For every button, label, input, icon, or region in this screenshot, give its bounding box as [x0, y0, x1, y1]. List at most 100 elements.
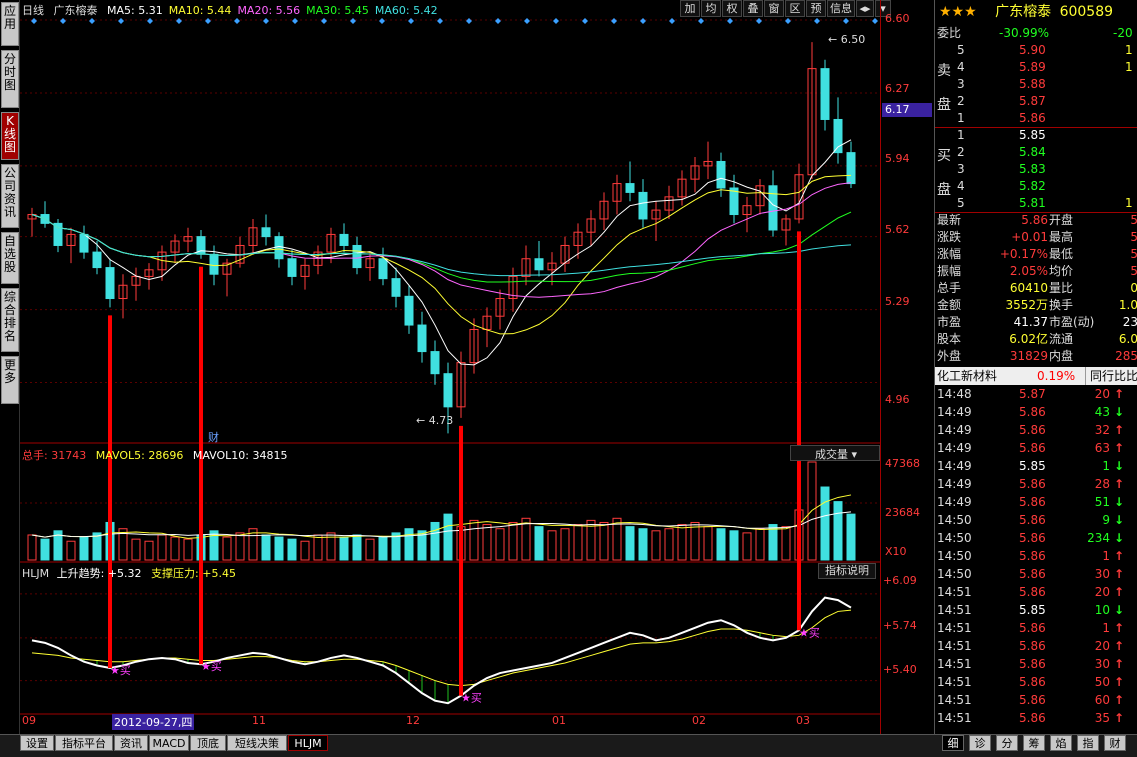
- toolbar-button[interactable]: 窗: [764, 0, 784, 17]
- finance-marker[interactable]: 财: [208, 429, 219, 445]
- sell-level-row: 2 5.87: [935, 93, 1137, 110]
- volume-bar: [469, 519, 479, 561]
- right-panel-tab[interactable]: 筹: [1023, 735, 1045, 751]
- toolbar-button[interactable]: 信息: [827, 0, 855, 17]
- level-price: 5.89: [1019, 60, 1046, 74]
- tab-3[interactable]: MACD: [149, 735, 189, 751]
- tab-6[interactable]: HLJM: [288, 735, 328, 751]
- event-marker-icon: [379, 18, 385, 24]
- buy-signal-bar: [797, 231, 801, 631]
- tab-intraday[interactable]: 分时图: [1, 50, 19, 108]
- tab-watchlist[interactable]: 自选股: [1, 232, 19, 284]
- toolbar-button[interactable]: 权: [722, 0, 742, 17]
- level-price: 5.90: [1019, 43, 1046, 57]
- volume-bar: [443, 513, 453, 561]
- tab-more[interactable]: 更多: [1, 356, 19, 404]
- event-marker-icon: [495, 18, 501, 24]
- tick-time: 14:51: [937, 621, 972, 635]
- toolbar-button[interactable]: 预: [806, 0, 826, 17]
- event-marker-icon: [408, 18, 414, 24]
- tab-kline[interactable]: K线图: [1, 112, 19, 160]
- volume-total: 总手: 31743: [22, 449, 87, 462]
- ma-legend: MA5: 5.31 MA10: 5.44 MA20: 5.56 MA30: 5.45 M…: [101, 4, 438, 17]
- trend-value: 上升趋势: +5.32: [56, 567, 142, 580]
- volume-bar: [703, 526, 713, 561]
- right-panel-tab[interactable]: 分: [996, 735, 1018, 751]
- stat-row: 金额 3552万 换手 1.0: [935, 297, 1137, 314]
- tick-time: 14:50: [937, 531, 972, 545]
- stat-value: 60410: [1009, 281, 1048, 295]
- tick-price: 5.86: [1019, 675, 1046, 689]
- period-label: 日线: [22, 4, 44, 17]
- volume-indicator-select[interactable]: 成交量 ▾: [790, 445, 880, 461]
- tab-0[interactable]: 设置: [20, 735, 54, 751]
- event-marker-icon: [437, 18, 443, 24]
- toolbar-button[interactable]: ◂▸: [856, 0, 874, 17]
- event-marker-icon: [785, 18, 791, 24]
- volume-bar: [365, 538, 375, 561]
- right-panel-tab[interactable]: 焰: [1050, 735, 1072, 751]
- candle-body: [716, 160, 726, 189]
- tick-time: 14:49: [937, 423, 972, 437]
- volume-bar: [716, 528, 726, 561]
- level-number: 2: [957, 94, 965, 108]
- tab-1[interactable]: 指标平台: [55, 735, 113, 751]
- toolbar-button[interactable]: 叠: [743, 0, 763, 17]
- stat-key: 开盘: [1049, 213, 1074, 227]
- volume-bar: [92, 532, 102, 561]
- tab-2[interactable]: 资讯: [114, 735, 148, 751]
- price-tick-label: 5.29: [885, 295, 910, 308]
- buy-level-row: 4 5.82: [935, 178, 1137, 195]
- indicator-help-button[interactable]: 指标说明: [818, 563, 876, 579]
- sector-row[interactable]: 化工新材料 0.19% 同行比比: [935, 367, 1137, 385]
- tab-5[interactable]: 短线决策: [227, 735, 287, 751]
- low-value: 4.73: [428, 414, 454, 427]
- event-marker-icon: [611, 18, 617, 24]
- volume-bar: [768, 524, 778, 561]
- level-price: 5.82: [1019, 179, 1046, 193]
- candle-body: [339, 233, 349, 246]
- candle-body: [846, 152, 856, 185]
- tick-price: 5.85: [1019, 603, 1046, 617]
- right-panel-tab[interactable]: 细: [942, 735, 964, 751]
- stat-value: 6.02亿: [1009, 332, 1048, 346]
- volume-bar: [547, 530, 557, 561]
- candle-body: [534, 258, 544, 271]
- tab-ranking[interactable]: 综合排名: [1, 288, 19, 352]
- level-number: 3: [957, 162, 965, 176]
- stat-value: 5: [1130, 212, 1137, 229]
- level-number: 5: [957, 196, 965, 210]
- tick-row: 14:51 5.86 30 ↑: [935, 655, 1137, 673]
- toolbar-button[interactable]: 均: [701, 0, 721, 17]
- kline-svg: ★买 ★买 ★买 ★买: [20, 18, 880, 715]
- candle-body: [391, 278, 401, 297]
- tick-time: 14:48: [937, 387, 972, 401]
- tick-row: 14:51 5.86 50 ↑: [935, 673, 1137, 691]
- star-rating-icon: ★★★: [939, 4, 977, 20]
- toolbar-button[interactable]: 区: [785, 0, 805, 17]
- toolbar-button[interactable]: 加: [680, 0, 700, 17]
- right-panel-tab[interactable]: 指: [1077, 735, 1099, 751]
- stat-key: 总手: [937, 281, 962, 295]
- arrow-up-icon: ↑: [1113, 585, 1124, 599]
- right-panel-tab[interactable]: 财: [1104, 735, 1126, 751]
- tab-4[interactable]: 顶底: [190, 735, 226, 751]
- arrow-up-icon: ↑: [1113, 657, 1124, 671]
- tab-company-info[interactable]: 公司资讯: [1, 164, 19, 228]
- stat-row: 涨幅 +0.17%最低 5: [935, 246, 1137, 263]
- tick-row: 14:51 5.86 1 ↑: [935, 619, 1137, 637]
- kline-chart-area[interactable]: ★买 ★买 ★买 ★买 日线 广东榕泰 MA5: 5.31 MA10: 5.44 MA20…: [20, 0, 891, 734]
- volume-tick-label: X10: [885, 545, 907, 558]
- arrow-up-icon: ↑: [1113, 711, 1124, 725]
- event-marker-icon: [292, 18, 298, 24]
- tick-volume: 1: [1102, 549, 1110, 563]
- tick-volume: 60: [1094, 693, 1110, 707]
- volume-bar: [378, 536, 388, 561]
- stat-row: 振幅 2.05%均价 5: [935, 263, 1137, 280]
- arrow-up-icon: ↑: [1113, 441, 1124, 455]
- right-panel-tab[interactable]: 诊: [969, 735, 991, 751]
- tab-app[interactable]: 应用: [1, 2, 19, 46]
- mavol5-label: MAVOL5: 28696: [95, 449, 184, 462]
- candle-body: [209, 253, 219, 275]
- support-value: 支撑压力: +5.45: [151, 567, 236, 580]
